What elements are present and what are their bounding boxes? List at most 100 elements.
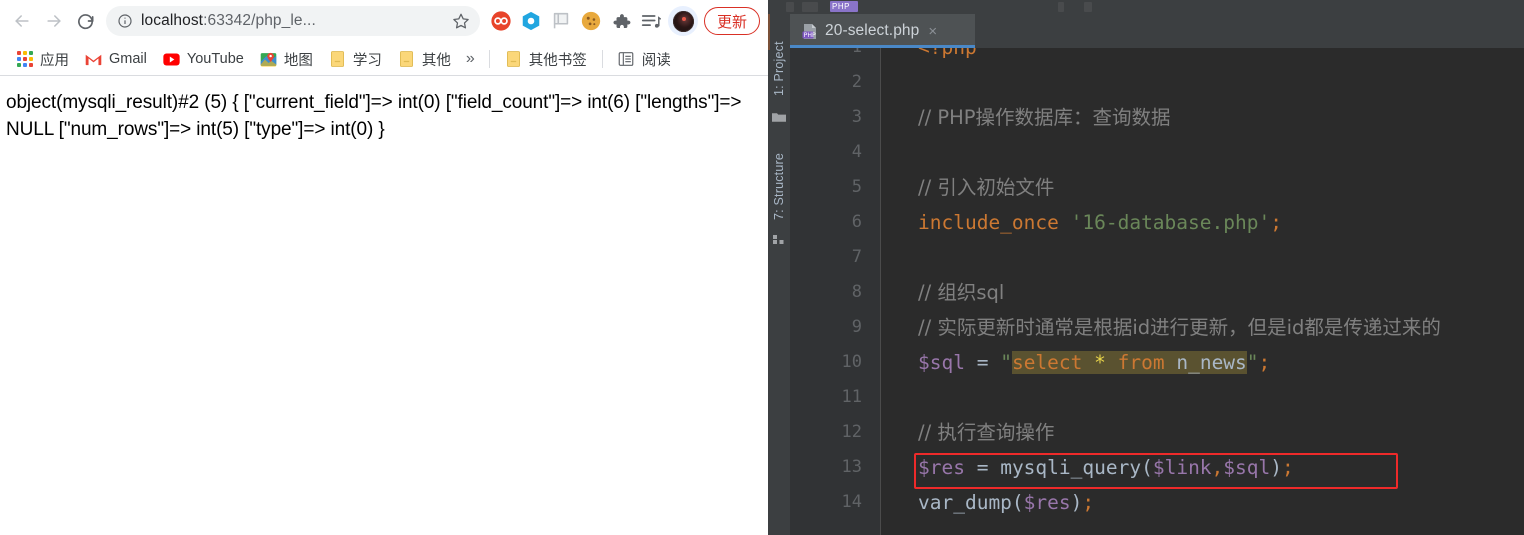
address-bar[interactable]: localhost:63342/php_le...	[106, 6, 480, 36]
info-circle-icon[interactable]	[116, 12, 134, 30]
bookmark-label: YouTube	[186, 51, 244, 67]
folder-icon	[505, 51, 522, 68]
hexagon-extension-icon[interactable]	[516, 6, 546, 36]
bookmarks-divider	[488, 50, 490, 68]
code-line: 3 // PHP操作数据库：查询数据	[790, 100, 1524, 135]
bookmark-label: Gmail	[109, 51, 147, 67]
youtube-icon	[163, 51, 180, 68]
bookmark-label: 地图	[283, 52, 313, 69]
bookmark-label: 学习	[352, 52, 382, 69]
code-line: 8 // 组织sql	[790, 275, 1524, 310]
line-number: 7	[851, 247, 862, 267]
bookmark-item-maps[interactable]: 地图	[252, 46, 321, 72]
bookmark-label: 应用	[40, 52, 69, 69]
back-button[interactable]	[6, 5, 38, 37]
line-number: 6	[851, 212, 862, 232]
line-number: 9	[851, 317, 862, 337]
bookmark-item-youtube[interactable]: YouTube	[155, 46, 252, 72]
url-text: localhost:63342/php_le...	[141, 12, 448, 30]
line-number: 14	[841, 492, 862, 512]
line-number: 3	[851, 107, 862, 127]
code-editor[interactable]: 1 <?php 2 3 // PHP操作数据库：查询数据 4 5 // 引入初始文件 6 incl…	[790, 48, 1524, 535]
bookmark-item-gmail[interactable]: Gmail	[77, 46, 155, 72]
close-icon[interactable]: ×	[928, 24, 937, 39]
profile-avatar[interactable]	[668, 6, 698, 36]
playlist-extension-icon[interactable]	[636, 6, 666, 36]
tab-title: 20-select.php	[825, 22, 920, 39]
line-number: 12	[841, 422, 862, 442]
reload-button[interactable]	[70, 5, 102, 37]
chrome-browser-window: localhost:63342/php_le... 更新 应用 Gmail Yo…	[0, 0, 768, 535]
code-line: 9 // 实际更新时通常是根据id进行更新，但是id都是传递过来的	[790, 310, 1524, 345]
cookie-extension-icon[interactable]	[576, 6, 606, 36]
other-bookmarks-button[interactable]: 其他书签	[497, 46, 595, 72]
code-text: $sql = "select * from n_news";	[918, 351, 1271, 374]
code-line: 6 include_once '16-database.php';	[790, 205, 1524, 240]
line-number: 1	[790, 48, 862, 65]
reading-list-label: 阅读	[641, 52, 671, 69]
code-line: 12 // 执行查询操作	[790, 415, 1524, 450]
php-file-icon: PHP	[802, 23, 818, 40]
url-rest: :63342/php_le...	[203, 12, 316, 29]
apps-grid-icon	[16, 51, 33, 68]
forward-button[interactable]	[38, 5, 70, 37]
code-line: 1 <?php	[790, 48, 1524, 65]
code-text: include_once '16-database.php';	[918, 211, 1282, 234]
code-line: 7	[790, 240, 1524, 275]
structure-icon[interactable]	[771, 232, 787, 248]
line-number: 5	[851, 177, 862, 197]
folder-icon	[398, 51, 415, 68]
gmail-icon	[85, 51, 102, 68]
code-lines-container: 1 <?php 2 3 // PHP操作数据库：查询数据 4 5 // 引入初始文件 6 incl…	[790, 48, 1524, 535]
reading-list-icon	[618, 51, 635, 68]
code-line: 10 $sql = "select * from n_news";	[790, 345, 1524, 380]
code-text: <?php	[918, 48, 977, 65]
bookmark-folder-other[interactable]: 其他	[390, 46, 459, 72]
line-number: 4	[851, 142, 862, 162]
code-text: // 实际更新时通常是根据id进行更新，但是id都是传递过来的	[918, 316, 1441, 339]
phpstorm-window: 1: Project 7: Structure PHP 20-	[768, 0, 1524, 535]
code-text: // 引入初始文件	[918, 176, 1055, 199]
other-bookmarks-label: 其他书签	[528, 52, 587, 69]
bookmark-star-icon[interactable]	[448, 8, 474, 34]
ide-toolbar-strip	[768, 0, 1524, 15]
page-content: object(mysqli_result)#2 (5) { ["current_…	[0, 76, 768, 535]
puzzle-extensions-icon[interactable]	[606, 6, 636, 36]
bookmarks-bar: 应用 Gmail YouTube 地图 学习 其他 » 其他书签 阅读	[0, 42, 768, 76]
svg-text:PHP: PHP	[804, 32, 816, 39]
sidebar-item-structure[interactable]: 7: Structure	[768, 144, 790, 228]
reading-list-button[interactable]: 阅读	[610, 46, 679, 72]
php-badge-icon	[830, 1, 858, 12]
code-line: 13 $res = mysqli_query($link,$sql);	[790, 450, 1524, 485]
line-number: 2	[851, 72, 862, 92]
flag-extension-icon[interactable]	[546, 6, 576, 36]
code-line: 11	[790, 380, 1524, 415]
bookmarks-divider	[601, 50, 603, 68]
code-text: var_dump($res);	[918, 491, 1095, 514]
browser-toolbar: localhost:63342/php_le... 更新	[0, 0, 768, 42]
line-number: 10	[841, 352, 862, 372]
code-text: // 执行查询操作	[918, 421, 1055, 444]
folder-icon[interactable]	[771, 109, 787, 125]
folder-icon	[329, 51, 346, 68]
sidebar-item-project[interactable]: 1: Project	[768, 32, 790, 106]
bookmark-item-apps[interactable]: 应用	[8, 46, 77, 72]
code-text: // 组织sql	[918, 281, 1005, 304]
bookmark-folder-study[interactable]: 学习	[321, 46, 390, 72]
code-text: $res = mysqli_query($link,$sql);	[918, 456, 1294, 479]
code-line: 2	[790, 65, 1524, 100]
update-button[interactable]: 更新	[704, 7, 761, 35]
line-number: 11	[841, 387, 862, 407]
left-tool-window-strip: 1: Project 7: Structure	[768, 14, 791, 535]
code-line: 5 // 引入初始文件	[790, 170, 1524, 205]
line-number: 13	[841, 457, 862, 477]
infinity-extension-icon[interactable]	[486, 6, 516, 36]
maps-icon	[260, 51, 277, 68]
url-host: localhost	[141, 12, 204, 29]
code-line: 14 var_dump($res);	[790, 485, 1524, 520]
extensions-toolbar: 更新	[486, 6, 761, 36]
line-number: 8	[851, 282, 862, 302]
tab-20-select-php[interactable]: PHP 20-select.php ×	[790, 14, 975, 48]
bookmarks-overflow-button[interactable]: »	[459, 46, 482, 72]
code-line: 4	[790, 135, 1524, 170]
